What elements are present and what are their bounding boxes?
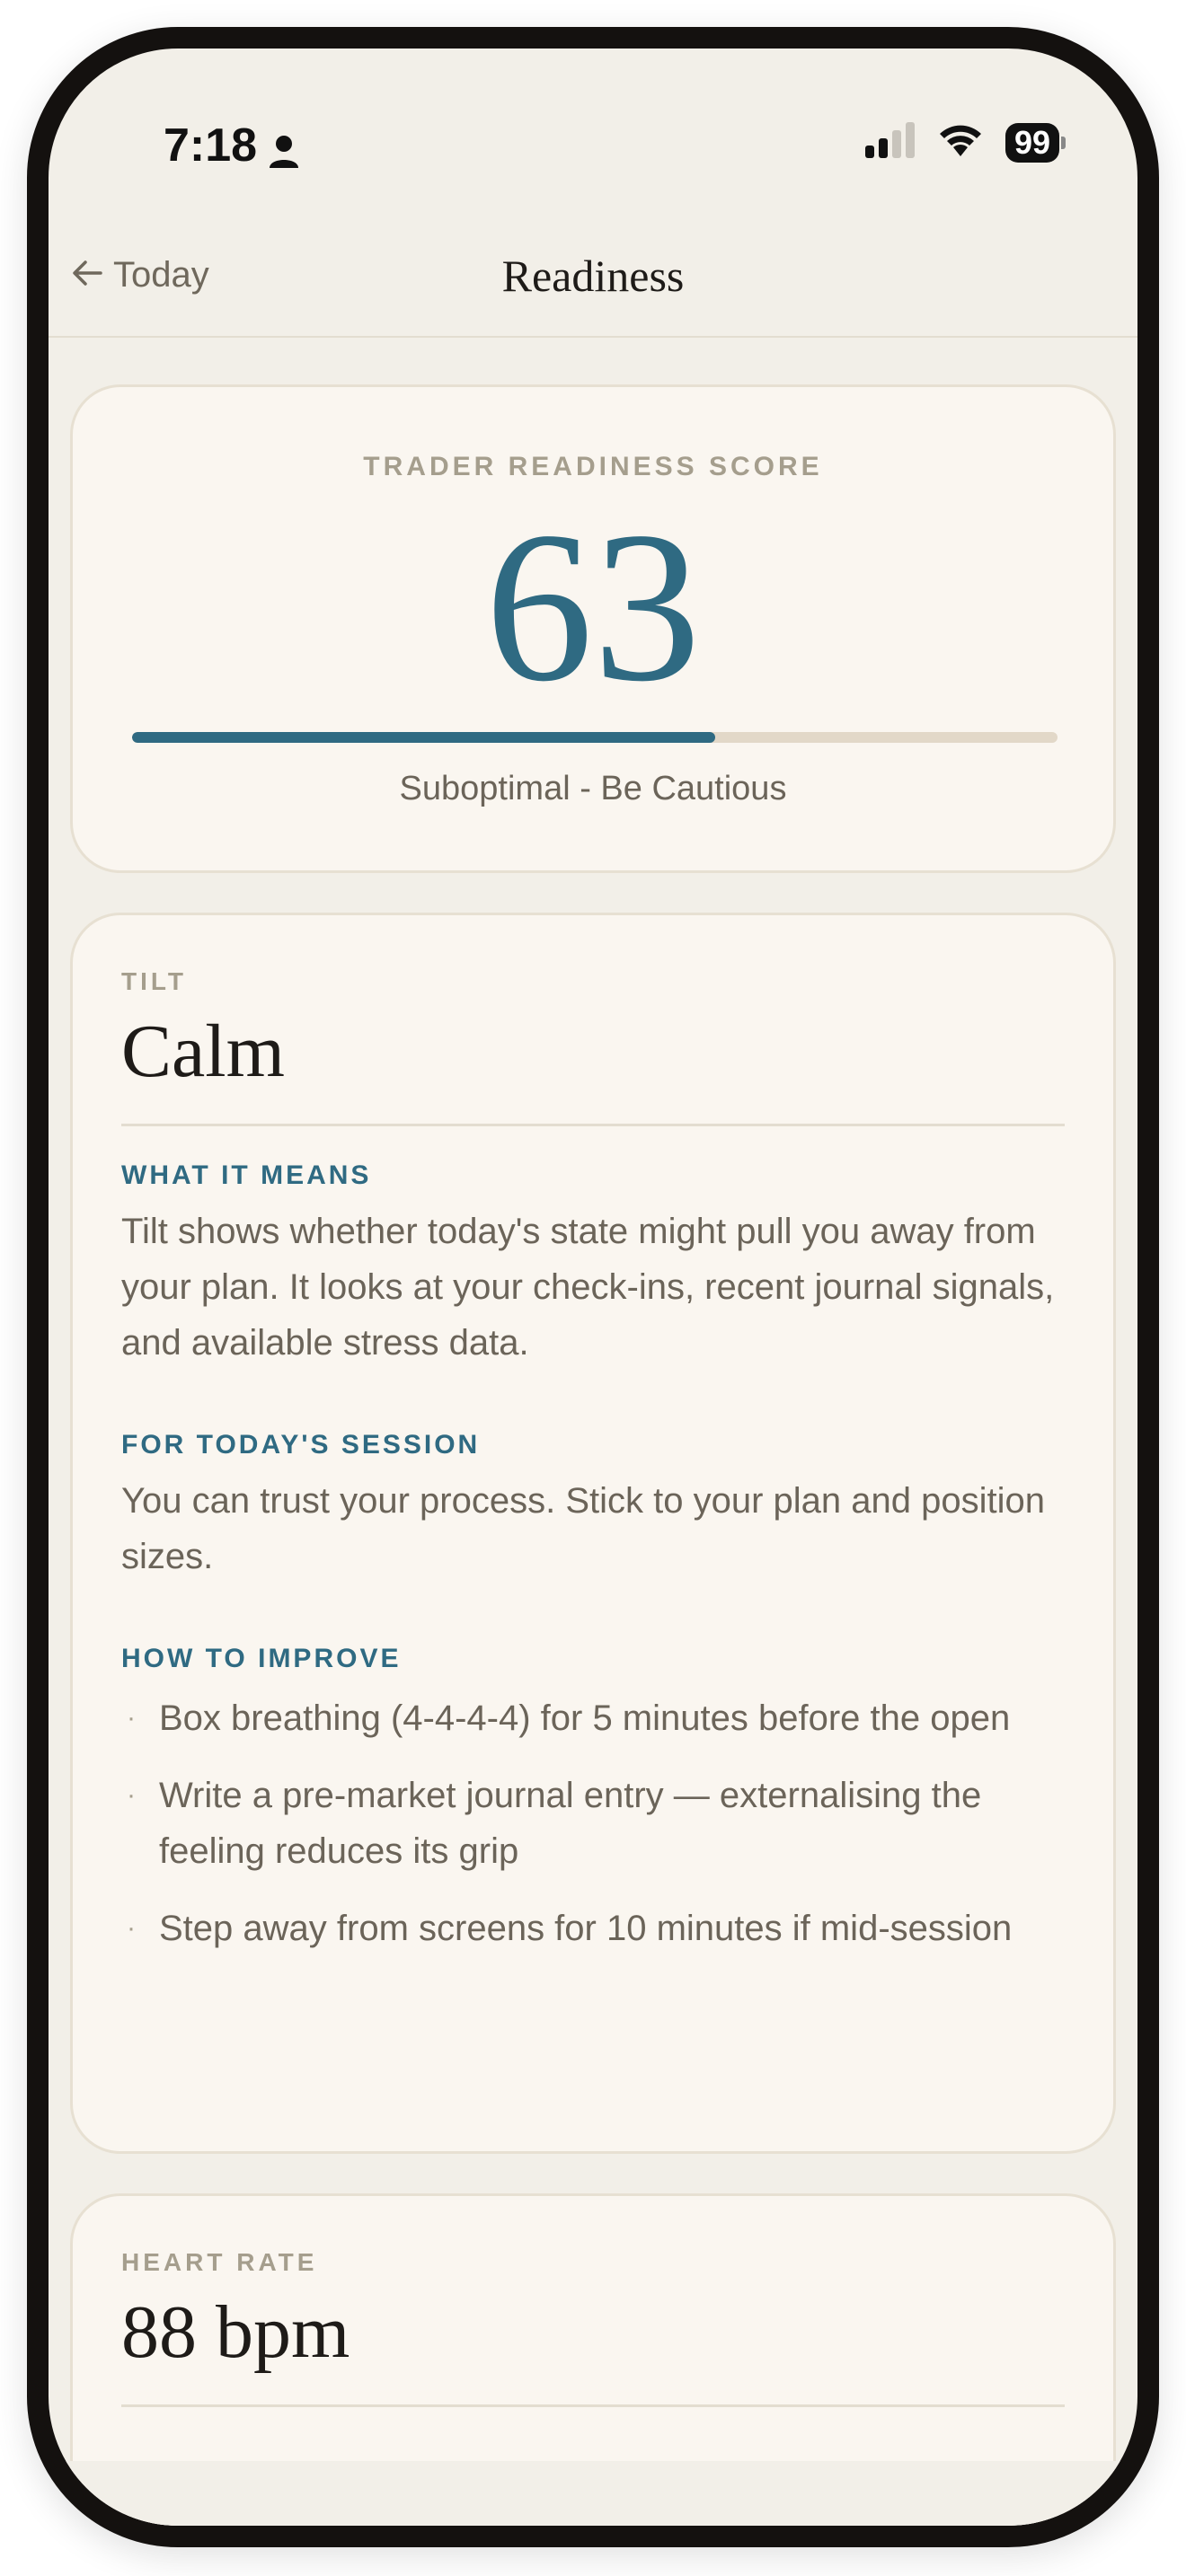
what-it-means-heading: WHAT IT MEANS: [121, 1160, 372, 1190]
how-to-improve-section: HOW TO IMPROVE · Box breathing (4-4-4-4)…: [121, 1644, 1065, 1956]
score-progress-fill: [132, 732, 715, 743]
bottom-fade: [49, 2461, 1137, 2526]
heart-rate-divider: [121, 2404, 1065, 2407]
tilt-card: TILT Calm WHAT IT MEANS Tilt shows wheth…: [70, 913, 1116, 2154]
heart-rate-value: 88 bpm: [121, 2290, 350, 2374]
tilt-value: Calm: [121, 1010, 285, 1093]
battery-icon: 99: [1005, 122, 1066, 163]
signal-icon: [864, 122, 916, 163]
list-item: · Write a pre-market journal entry — ext…: [121, 1768, 1065, 1879]
nav-header: Today Readiness: [49, 219, 1137, 338]
phone-frame: 7:18 99 Today Readiness TRADER READINESS…: [27, 27, 1159, 2547]
what-it-means-text: Tilt shows whether today's state might p…: [121, 1212, 1055, 1363]
battery-level: 99: [1005, 122, 1059, 163]
status-bar: 7:18 99: [49, 49, 1137, 219]
person-icon: [268, 128, 300, 168]
tip-text: Write a pre-market journal entry — exter…: [159, 1776, 982, 1871]
heart-rate-label: HEART RATE: [121, 2248, 318, 2276]
score-value: 63: [485, 487, 701, 726]
tip-text: Box breathing (4-4-4-4) for 5 minutes be…: [159, 1698, 1011, 1738]
what-it-means-section: WHAT IT MEANS Tilt shows whether today's…: [121, 1160, 1065, 1371]
tilt-label: TILT: [121, 967, 188, 995]
todays-session-heading: FOR TODAY'S SESSION: [121, 1430, 481, 1460]
content-scroll[interactable]: TRADER READINESS SCORE 63 Suboptimal - B…: [70, 384, 1116, 2526]
list-item: · Step away from screens for 10 minutes …: [121, 1901, 1065, 1956]
todays-session-section: FOR TODAY'S SESSION You can trust your p…: [121, 1430, 1065, 1584]
tips-list: · Box breathing (4-4-4-4) for 5 minutes …: [121, 1690, 1065, 1956]
bullet: ·: [127, 1703, 136, 1733]
score-progress-track: [132, 732, 1058, 743]
todays-session-text: You can trust your process. Stick to you…: [121, 1481, 1045, 1576]
status-time: 7:18: [164, 119, 300, 172]
status-icons: 99: [864, 122, 1066, 163]
screen: 7:18 99 Today Readiness TRADER READINESS…: [49, 49, 1137, 2526]
page-title: Readiness: [501, 251, 685, 301]
wifi-icon: [935, 122, 986, 163]
bullet: ·: [127, 1780, 136, 1810]
battery-cap: [1061, 136, 1066, 149]
score-label: TRADER READINESS SCORE: [363, 452, 823, 481]
how-to-improve-heading: HOW TO IMPROVE: [121, 1644, 402, 1673]
readiness-score-card: TRADER READINESS SCORE 63 Suboptimal - B…: [70, 384, 1116, 873]
list-item: · Box breathing (4-4-4-4) for 5 minutes …: [121, 1690, 1065, 1746]
tilt-divider: [121, 1124, 1065, 1126]
score-status: Suboptimal - Be Cautious: [399, 770, 787, 807]
bullet: ·: [127, 1913, 136, 1943]
status-time-text: 7:18: [164, 119, 258, 172]
tip-text: Step away from screens for 10 minutes if…: [159, 1909, 1013, 1948]
